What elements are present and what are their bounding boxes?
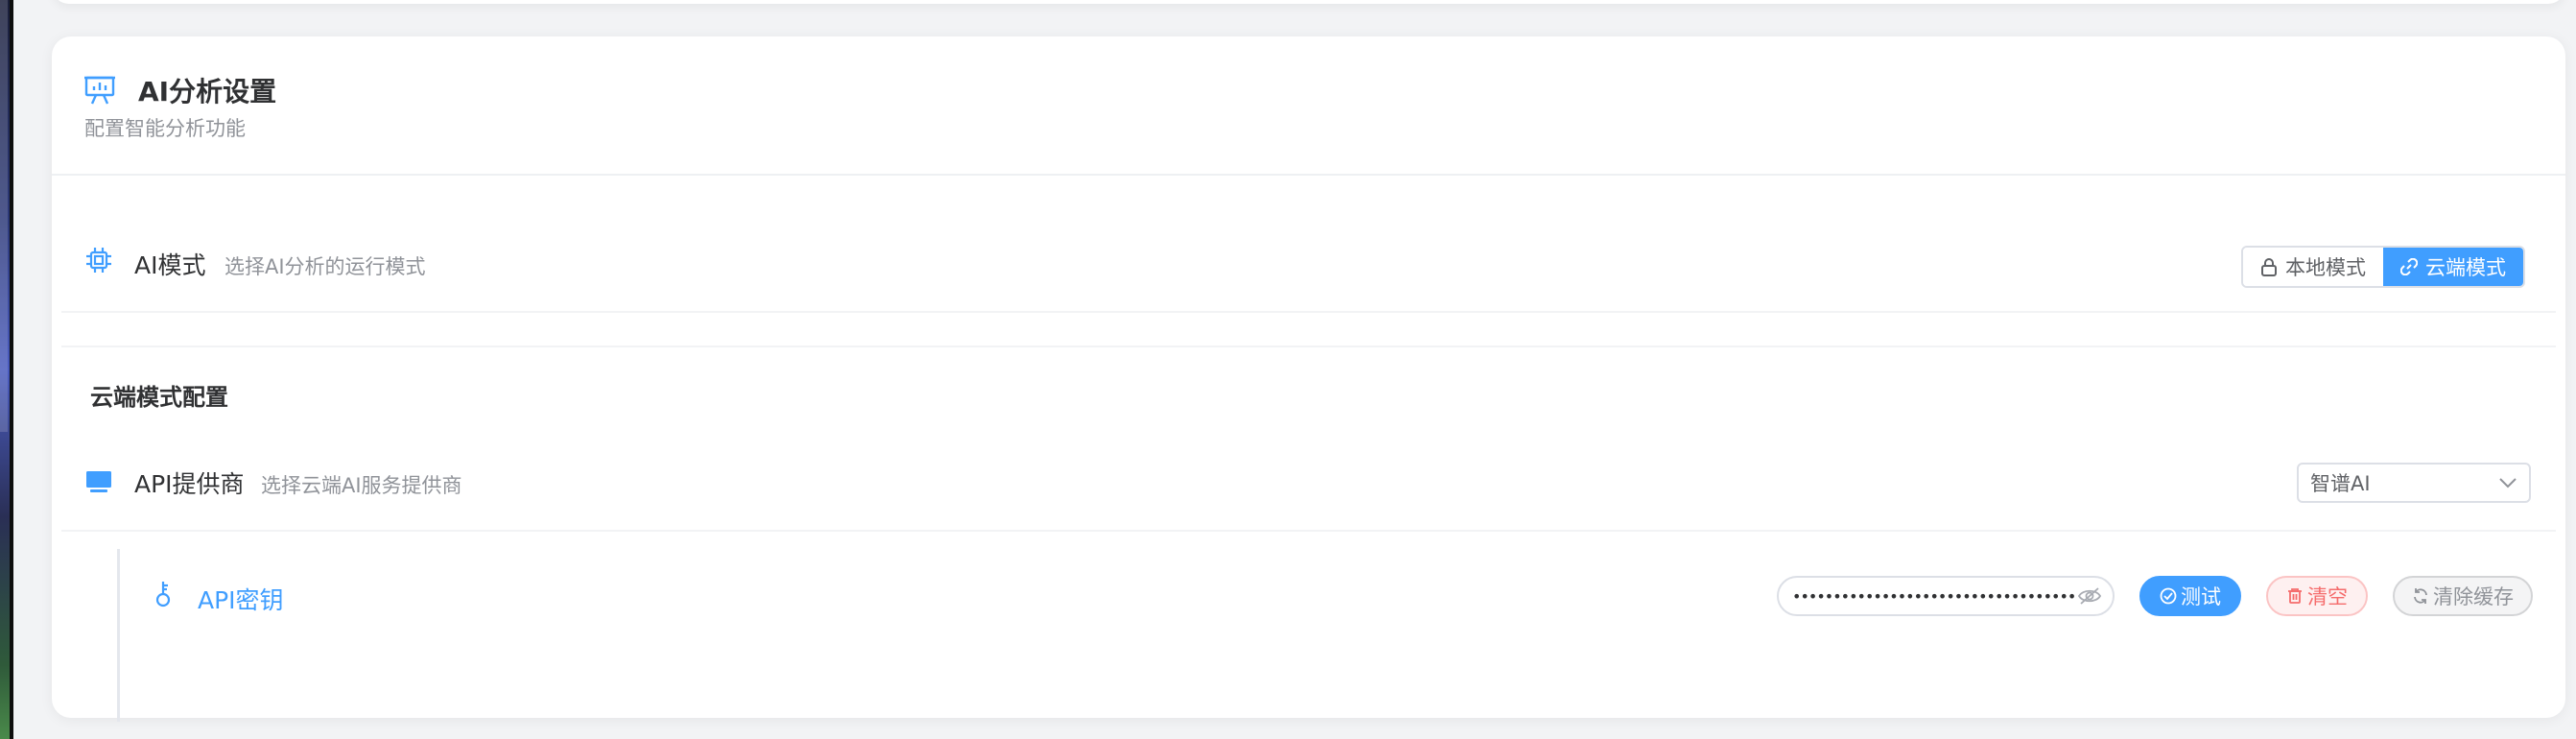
clear-button-label: 清空 xyxy=(2307,585,2348,608)
card-subtitle: 配置智能分析功能 xyxy=(84,117,246,140)
cloud-config-section-title: 云端模式配置 xyxy=(90,384,228,411)
clear-button[interactable]: 清空 xyxy=(2266,576,2368,616)
api-key-input[interactable]: ••••••••••••••••••••••••••••••••••••••••… xyxy=(1777,576,2115,616)
presentation-chart-icon xyxy=(84,75,115,106)
clear-cache-button-label: 清除缓存 xyxy=(2433,585,2514,608)
row-divider xyxy=(61,530,2556,532)
api-provider-selected-value: 智谱AI xyxy=(2310,472,2371,495)
refresh-icon xyxy=(2414,588,2427,604)
background-window-edge xyxy=(0,0,13,739)
header-divider xyxy=(52,174,2565,176)
previous-card xyxy=(52,0,2565,4)
link-icon xyxy=(2400,258,2418,275)
eye-off-icon[interactable] xyxy=(2078,586,2101,606)
test-button[interactable]: 测试 xyxy=(2139,576,2241,616)
section-divider xyxy=(61,346,2556,347)
trash-icon xyxy=(2288,588,2302,604)
api-provider-select[interactable]: 智谱AI xyxy=(2297,463,2531,503)
test-button-label: 测试 xyxy=(2181,585,2221,608)
monitor-icon xyxy=(84,468,113,497)
api-key-label: API密钥 xyxy=(198,586,284,614)
ai-mode-description: 选择AI分析的运行模式 xyxy=(225,255,426,278)
local-mode-label: 本地模式 xyxy=(2285,256,2366,279)
check-circle-icon xyxy=(2160,587,2177,605)
cloud-mode-option[interactable]: 云端模式 xyxy=(2383,248,2523,286)
lock-icon xyxy=(2261,258,2277,276)
card-title: AI分析设置 xyxy=(138,76,277,107)
clear-cache-button[interactable]: 清除缓存 xyxy=(2393,576,2533,616)
ai-mode-label: AI模式 xyxy=(134,251,206,279)
api-provider-label: API提供商 xyxy=(134,470,245,498)
key-icon xyxy=(152,580,180,608)
row-divider xyxy=(61,311,2556,313)
ai-settings-card: AI分析设置 配置智能分析功能 AI模式 选择AI分析的运行模式 本地模式 云端… xyxy=(52,36,2565,722)
chevron-down-icon xyxy=(2499,478,2517,489)
cloud-mode-label: 云端模式 xyxy=(2425,256,2506,279)
nested-indicator-bar xyxy=(117,549,120,722)
cpu-chip-icon xyxy=(84,246,113,274)
api-provider-description: 选择云端AI服务提供商 xyxy=(261,474,462,497)
ai-mode-segmented-control: 本地模式 云端模式 xyxy=(2241,246,2525,288)
api-key-masked-value: ••••••••••••••••••••••••••••••••••••••••… xyxy=(1792,586,2076,606)
local-mode-option[interactable]: 本地模式 xyxy=(2243,248,2383,286)
